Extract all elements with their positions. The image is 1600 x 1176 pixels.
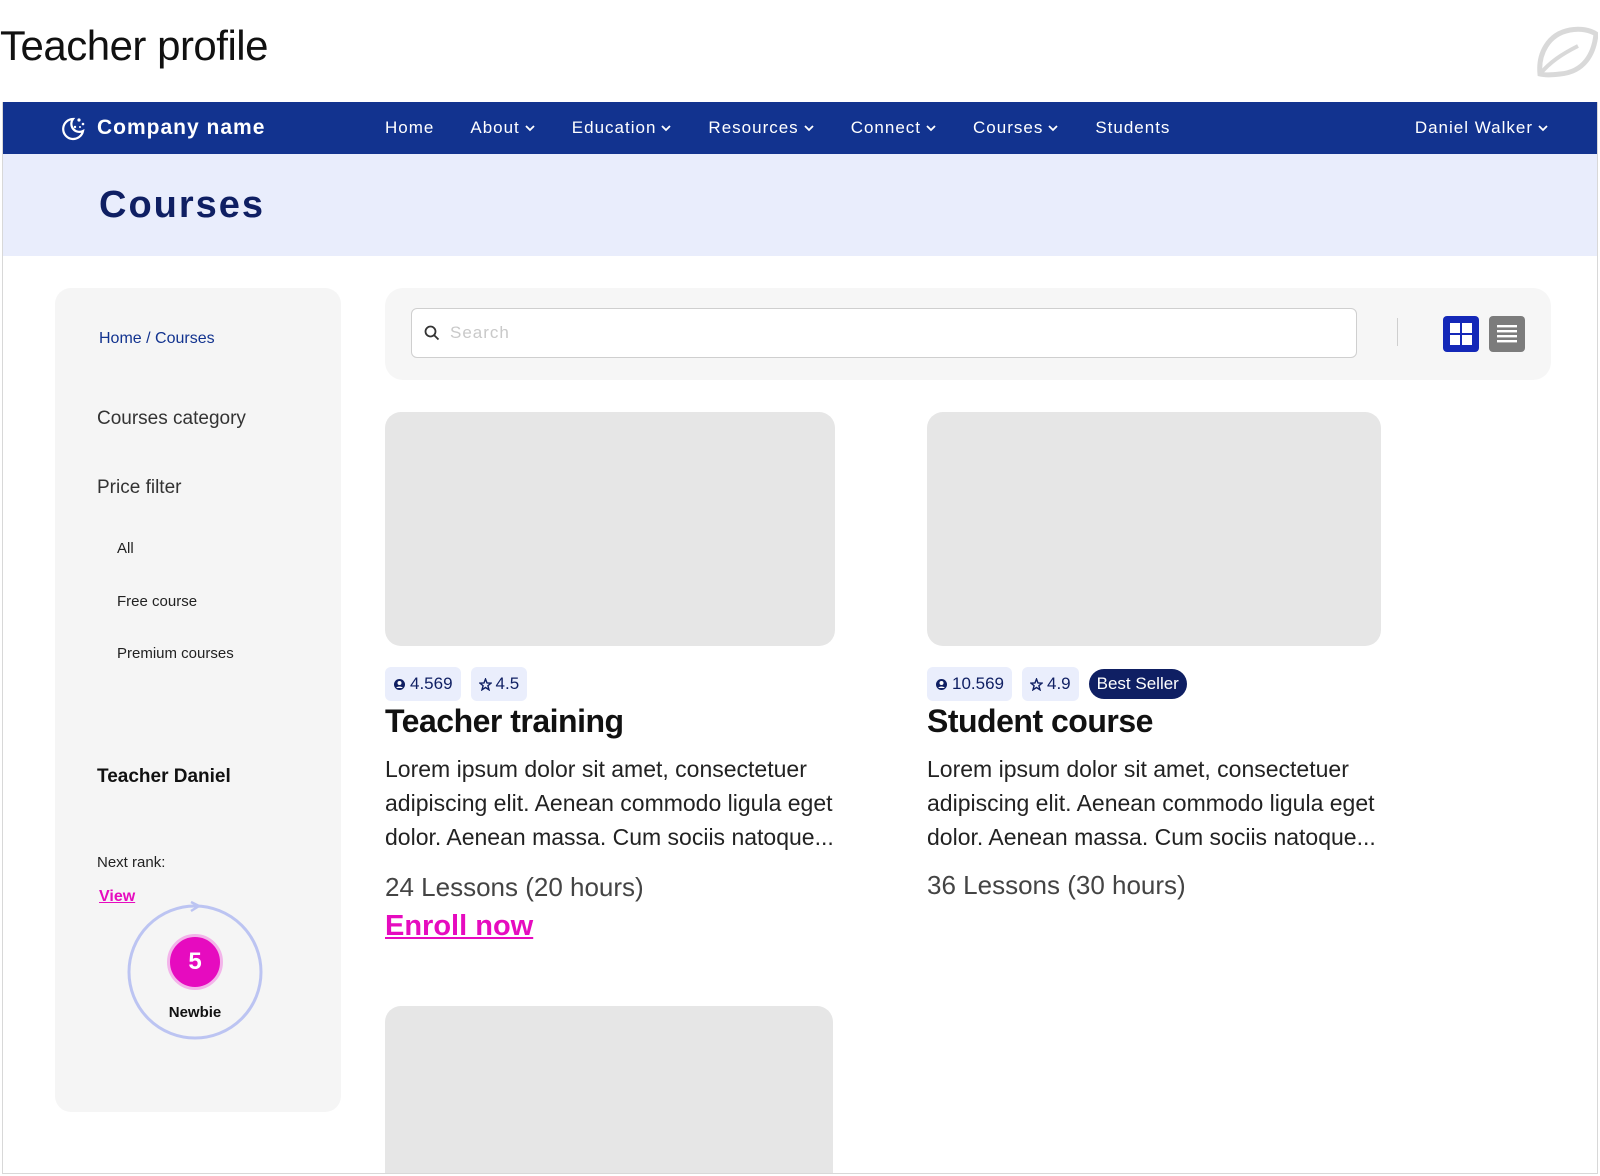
app-frame: Company name Home About Education Resour… — [2, 102, 1598, 1174]
students-count: 10.569 — [952, 674, 1004, 693]
user-icon — [394, 678, 405, 690]
rating-value: 4.9 — [1047, 674, 1071, 693]
nav-item-about[interactable]: About — [470, 118, 535, 138]
toolbar-divider — [1397, 318, 1398, 346]
brand[interactable]: Company name — [61, 102, 265, 154]
best-seller-badge: Best Seller — [1088, 669, 1187, 699]
banner-title: Courses — [99, 184, 266, 226]
search-icon — [424, 325, 440, 341]
price-option-all[interactable]: All — [117, 540, 134, 557]
nav-item-label: About — [470, 118, 520, 137]
course-description: Lorem ipsum dolor sit amet, consectetuer… — [385, 756, 834, 850]
nav-item-students[interactable]: Students — [1095, 118, 1170, 138]
chevron-down-icon — [1048, 125, 1058, 132]
user-icon — [936, 678, 947, 690]
user-menu[interactable]: Daniel Walker — [1415, 102, 1549, 154]
students-chip: 4.569 — [385, 667, 461, 701]
page-banner: Courses — [3, 154, 1597, 256]
leaf-logo-icon — [1537, 26, 1598, 78]
nav-item-education[interactable]: Education — [572, 118, 673, 138]
price-option-free[interactable]: Free course — [117, 593, 197, 610]
rating-chip: 4.5 — [470, 667, 528, 701]
moon-stars-icon — [62, 117, 85, 141]
course-image[interactable] — [385, 412, 835, 646]
nav-item-home[interactable]: Home — [385, 118, 434, 138]
star-icon — [478, 677, 492, 691]
course-lessons: 24 Lessons (20 hours) — [385, 872, 644, 902]
course-card[interactable] — [927, 412, 1381, 646]
page-heading: Teacher profile — [0, 22, 268, 69]
nav-item-label: Courses — [973, 118, 1044, 137]
course-toolbar — [385, 288, 1551, 380]
list-icon — [1497, 325, 1517, 343]
search-box — [411, 308, 1357, 358]
course-lessons: 36 Lessons (30 hours) — [927, 870, 1186, 900]
course-title[interactable]: Student course — [927, 703, 1153, 740]
teacher-name: Teacher Daniel — [97, 766, 231, 787]
brand-name: Company name — [97, 116, 266, 139]
course-title[interactable]: Teacher training — [385, 703, 624, 740]
nav-item-label: Connect — [850, 118, 922, 137]
nav-item-resources[interactable]: Resources — [708, 118, 814, 138]
rating-chip: 4.9 — [1022, 667, 1079, 701]
star-icon — [1030, 677, 1043, 691]
enroll-now-link[interactable]: Enroll now — [385, 910, 533, 943]
breadcrumb[interactable]: Home / Courses — [99, 330, 215, 348]
course-image[interactable] — [385, 1006, 833, 1173]
search-input[interactable] — [450, 323, 1330, 343]
chevron-down-icon — [804, 125, 814, 132]
nav-menu: Home About Education Resources Connect C… — [385, 102, 1170, 154]
nav-item-label: Home — [385, 118, 435, 137]
chevron-down-icon — [525, 125, 535, 132]
course-image[interactable] — [927, 412, 1381, 646]
nav-item-label: Education — [571, 118, 657, 137]
course-description: Lorem ipsum dolor sit amet, consectetuer… — [927, 756, 1376, 850]
students-chip: 10.569 — [927, 667, 1012, 701]
next-rank-label: Next rank: — [97, 854, 166, 871]
nav-item-label: Students — [1095, 118, 1171, 137]
user-name: Daniel Walker — [1414, 118, 1533, 137]
course-card[interactable] — [385, 1006, 833, 1173]
rank-name: Newbie — [168, 1004, 222, 1021]
chevron-down-icon — [1538, 125, 1548, 132]
students-count: 4.569 — [410, 674, 453, 693]
sidebar: Home / Courses Courses category Price fi… — [55, 288, 341, 1112]
rating-value: 4.5 — [495, 674, 520, 693]
price-option-premium[interactable]: Premium courses — [117, 645, 234, 662]
course-card[interactable] — [385, 412, 835, 646]
nav-item-courses[interactable]: Courses — [973, 118, 1059, 138]
nav-item-connect[interactable]: Connect — [851, 118, 937, 138]
top-navbar: Company name Home About Education Resour… — [3, 102, 1597, 154]
price-filter-label: Price filter — [97, 477, 182, 498]
courses-category-label[interactable]: Courses category — [97, 408, 246, 430]
chevron-down-icon — [661, 125, 672, 132]
grid-icon — [1450, 323, 1472, 345]
list-view-button[interactable] — [1489, 316, 1525, 352]
course-stats: 10.569 4.9 Best Seller — [927, 667, 1187, 701]
chevron-down-icon — [926, 125, 936, 132]
grid-view-button[interactable] — [1443, 316, 1479, 352]
course-stats: 4.569 4.5 — [385, 667, 528, 701]
rank-badge: 5 — [167, 934, 223, 990]
nav-item-label: Resources — [708, 118, 799, 137]
